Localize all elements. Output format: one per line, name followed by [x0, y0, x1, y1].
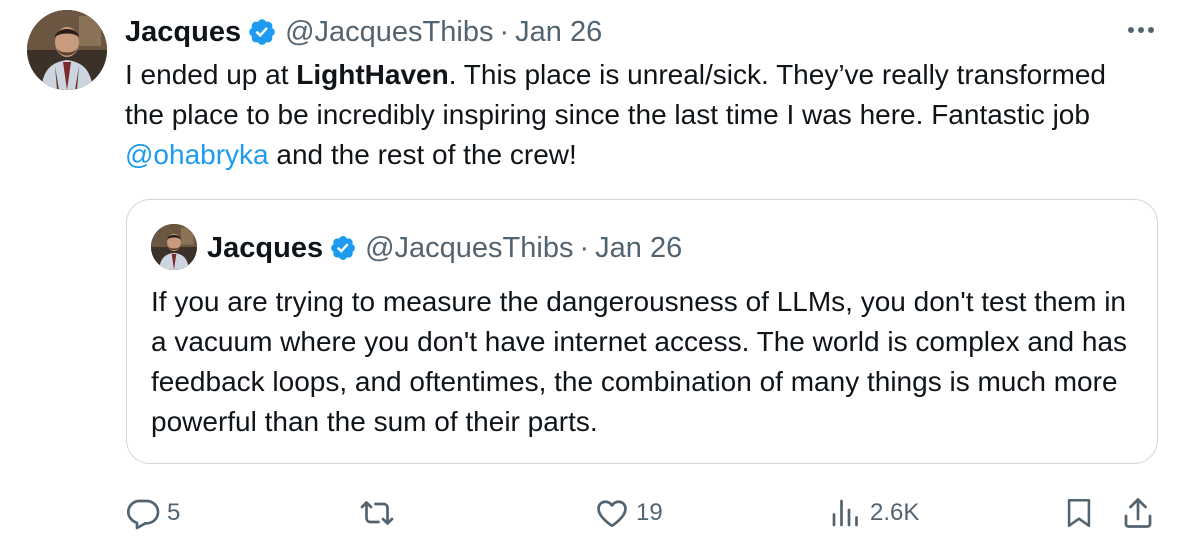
separator: ·	[579, 231, 590, 264]
mention-link[interactable]: @ohabryka	[125, 139, 269, 170]
tweet-text-part1: I ended up at	[125, 59, 297, 90]
reply-button[interactable]: 5	[125, 490, 180, 536]
tweet-text: I ended up at LightHaven. This place is …	[125, 55, 1135, 175]
like-count: 19	[636, 499, 663, 526]
quoted-author-name: Jacques	[207, 231, 324, 264]
tweet-date[interactable]: Jan 26	[515, 16, 602, 49]
share-button[interactable]	[1120, 490, 1156, 536]
verified-badge-icon	[329, 234, 357, 262]
views-button[interactable]: 2.6K	[828, 490, 919, 536]
quoted-tweet-date: Jan 26	[595, 231, 683, 264]
verified-badge-icon	[247, 17, 277, 47]
share-icon	[1124, 498, 1152, 528]
action-bar: 5 19 2.6K	[0, 490, 1192, 536]
tweet-text-bold: LightHaven	[296, 59, 449, 90]
separator: ·	[499, 15, 510, 48]
tweet-header: Jacques @JacquesThibs · Jan 26	[125, 12, 602, 52]
quoted-tweet-text: If you are trying to measure the dangero…	[151, 286, 1128, 437]
more-icon[interactable]	[1124, 18, 1158, 42]
reply-count: 5	[167, 499, 181, 526]
quoted-tweet[interactable]: Jacques @JacquesThibs · Jan 26 If you ar…	[126, 199, 1158, 464]
retweet-button[interactable]	[358, 490, 402, 536]
like-button[interactable]: 19	[594, 490, 663, 536]
author-name[interactable]: Jacques	[125, 16, 241, 49]
quoted-author-handle: @JacquesThibs	[365, 231, 574, 264]
tweet-text-part3: and the rest of the crew!	[268, 139, 577, 170]
quoted-avatar	[151, 224, 197, 270]
views-icon	[832, 499, 858, 527]
quoted-header: Jacques @JacquesThibs · Jan 26	[207, 227, 682, 269]
views-count: 2.6K	[870, 499, 920, 526]
retweet-icon	[360, 501, 394, 525]
bookmark-icon	[1067, 498, 1091, 528]
author-handle[interactable]: @JacquesThibs	[285, 16, 493, 49]
like-icon	[597, 500, 627, 528]
avatar[interactable]	[27, 10, 107, 90]
reply-icon	[126, 499, 160, 530]
bookmark-button[interactable]	[1062, 490, 1096, 536]
